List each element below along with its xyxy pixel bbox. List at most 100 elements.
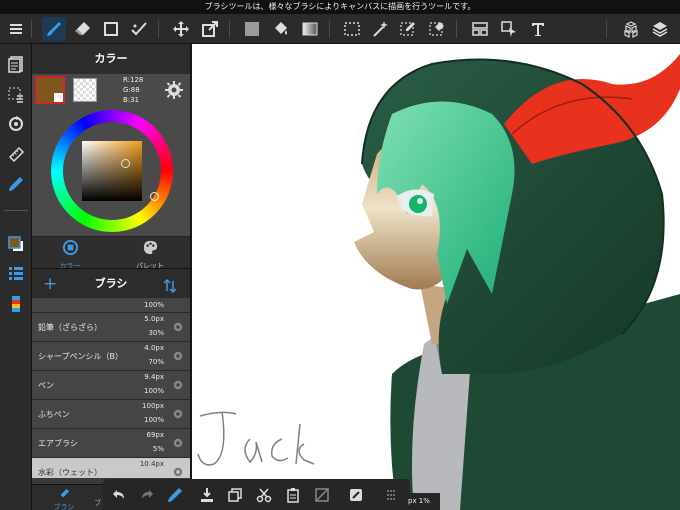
brush-size: 69px (146, 431, 165, 439)
artwork (197, 54, 680, 510)
toolbar-divider (329, 20, 330, 38)
eraser-tool-icon[interactable] (71, 17, 95, 41)
zoom-readout: px 1% (400, 493, 440, 510)
toolbar-divider (606, 20, 607, 38)
brush-name: エアブラシ (38, 439, 78, 448)
edit-icon[interactable] (344, 483, 368, 507)
select-pen-icon[interactable] (396, 17, 420, 41)
brush-row-selected[interactable]: 水彩（ウェット） 10.4px (32, 458, 190, 478)
brush-name: 鉛筆（ざらざら） (38, 323, 102, 332)
toolbar-divider (229, 20, 230, 38)
stabilizer-icon[interactable] (163, 483, 187, 507)
brush-name: ペン (38, 381, 54, 390)
brush-row[interactable]: 鉛筆（ざらざら） 5.0px 30% (32, 313, 190, 342)
color-wheel-area (32, 106, 190, 236)
menu-icon[interactable] (4, 17, 28, 41)
lasso-draw-icon[interactable] (127, 17, 151, 41)
toolbar-divider (158, 20, 159, 38)
clear-layer-icon[interactable] (310, 483, 334, 507)
transparent-color-swatch[interactable] (73, 78, 97, 102)
brush-size: 9.4px (144, 373, 164, 381)
transform-tool-icon[interactable] (198, 17, 222, 41)
redo-icon[interactable] (135, 483, 159, 507)
undo-icon[interactable] (107, 483, 131, 507)
bucket-tool-icon[interactable] (269, 17, 293, 41)
brush-settings-gear-icon[interactable] (171, 378, 185, 392)
move-tool-icon[interactable] (169, 17, 193, 41)
select-rect-icon[interactable] (340, 17, 364, 41)
rgb-readout: R:128 G:88 B:31 (123, 75, 143, 105)
footer-tab-brush[interactable]: ブラシ (44, 488, 84, 510)
brush-panel-title: ブラシ (94, 277, 128, 290)
brush-size: 4.0px (144, 344, 164, 352)
brush-settings-gear-icon[interactable] (171, 349, 185, 363)
brush-panel-header: + ブラシ (32, 268, 190, 298)
brush-icon (60, 488, 70, 498)
brush-settings-gear-icon[interactable] (171, 436, 185, 450)
toolbar-divider (456, 20, 457, 38)
brush-size: 100px (142, 402, 164, 410)
paste-icon[interactable] (281, 483, 305, 507)
cut-icon[interactable] (252, 483, 276, 507)
brush-settings-gear-icon[interactable] (171, 465, 185, 478)
brush-row[interactable]: シャープペンシル（B） 4.0px 70% (32, 342, 190, 371)
brush-row[interactable]: 100% (32, 298, 190, 313)
color-row: R:128 G:88 B:31 (32, 74, 190, 106)
hue-picker-handle[interactable] (150, 192, 159, 201)
main-color-swatch[interactable] (35, 76, 65, 104)
brush-name: シャープペンシル（B） (38, 352, 124, 361)
brush-size: 10.4px (139, 460, 164, 468)
rail-divider (4, 210, 28, 211)
color-panel-icon[interactable] (4, 232, 28, 256)
sort-brushes-icon[interactable] (162, 276, 178, 294)
brush-opacity: 100% (143, 387, 164, 395)
brush-opacity: 100% (143, 416, 164, 424)
drawing-canvas[interactable] (192, 44, 680, 510)
toolbar-divider (31, 20, 32, 38)
stabilizer-brush-icon[interactable] (4, 172, 28, 196)
brush-panel-icon[interactable] (4, 262, 28, 286)
bottom-toolbar (103, 479, 410, 510)
layers-icon[interactable] (648, 17, 672, 41)
color-panel-title: カラー (32, 44, 190, 74)
page-manager-icon[interactable] (4, 52, 28, 76)
fill-color-icon[interactable] (240, 17, 264, 41)
frame-tool-icon[interactable] (468, 17, 492, 41)
brush-list: 100% 鉛筆（ざらざら） 5.0px 30% シャープペンシル（B） 4.0p… (32, 298, 190, 478)
select-eraser-icon[interactable] (425, 17, 449, 41)
rotate-canvas-icon[interactable] (4, 112, 28, 136)
brush-row[interactable]: ふちペン 100px 100% (32, 400, 190, 429)
palette-icon (143, 240, 157, 255)
rgb-blue: B:31 (123, 96, 140, 104)
gradient-tool-icon[interactable] (298, 17, 322, 41)
saturation-square[interactable] (82, 141, 142, 201)
brush-opacity: 30% (148, 329, 164, 337)
brush-row[interactable]: エアブラシ 69px 5% (32, 429, 190, 458)
operation-tool-icon[interactable] (497, 17, 521, 41)
copy-icon[interactable] (223, 483, 247, 507)
shape-tool-icon[interactable] (99, 17, 123, 41)
footer-tab-other[interactable]: ブ (94, 498, 101, 508)
tab-color[interactable]: カラー (40, 239, 100, 270)
brush-tool-icon[interactable] (42, 17, 66, 41)
rgb-red: R:128 (123, 76, 144, 84)
brush-settings-gear-icon[interactable] (171, 320, 185, 334)
ruler-icon[interactable] (4, 142, 28, 166)
brush-row[interactable]: ペン 9.4px 100% (32, 371, 190, 400)
color-settings-gear-icon[interactable] (164, 80, 184, 100)
footer-brush-label: ブラシ (53, 503, 75, 510)
color-tabs: カラー パレット (32, 236, 190, 270)
materials-icon[interactable] (619, 17, 643, 41)
color-circle-icon (62, 239, 78, 256)
add-brush-icon[interactable]: + (43, 269, 57, 299)
palette-bar-icon[interactable] (4, 292, 28, 316)
text-tool-icon[interactable] (526, 17, 550, 41)
brush-opacity: 70% (148, 358, 164, 366)
magic-wand-icon[interactable] (368, 17, 392, 41)
tooltip-bar: ブラシツールは、様々なブラシによりキャンバスに描画を行うツールです。 (0, 0, 680, 14)
sv-picker-handle[interactable] (121, 159, 130, 168)
save-download-icon[interactable] (195, 483, 219, 507)
tab-palette[interactable]: パレット (120, 239, 180, 270)
selection-layer-icon[interactable] (4, 82, 28, 106)
brush-settings-gear-icon[interactable] (171, 407, 185, 421)
